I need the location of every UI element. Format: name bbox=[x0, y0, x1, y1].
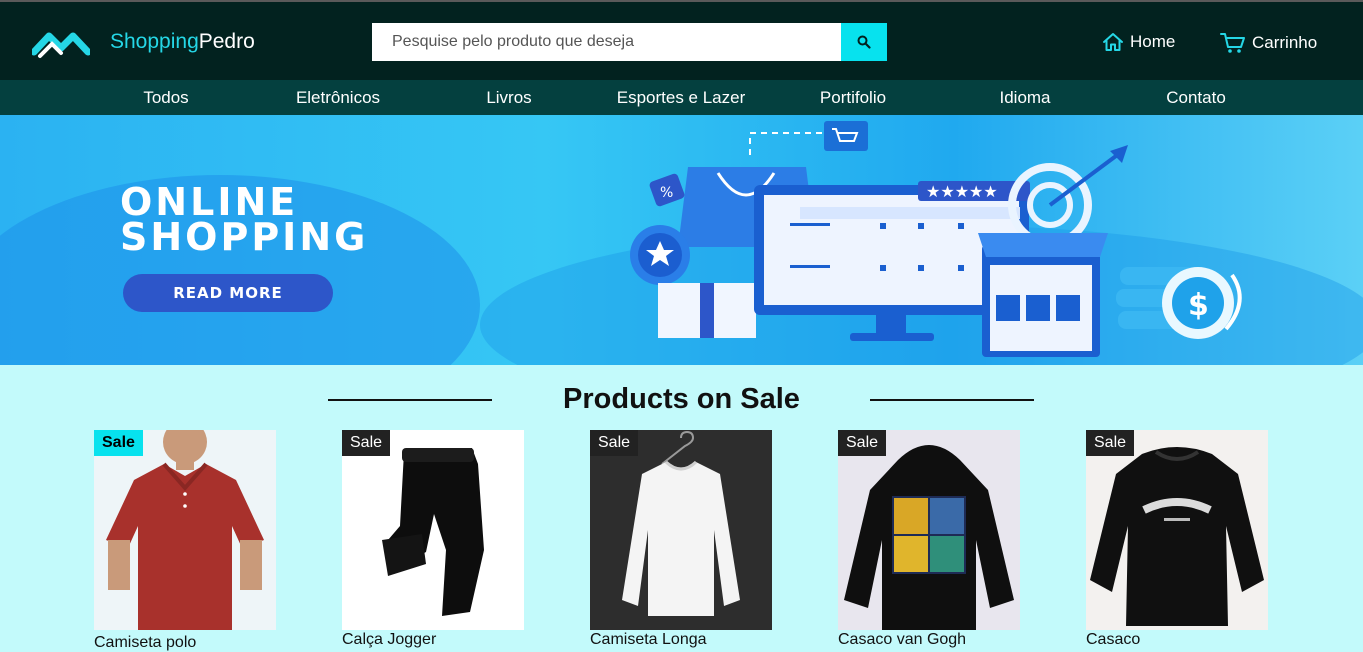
product-card[interactable]: Sale Casaco bbox=[1086, 430, 1268, 649]
section-title: Products on Sale bbox=[563, 383, 800, 415]
jogger-pants-image bbox=[382, 448, 484, 616]
cart-label: Carrinho bbox=[1252, 33, 1318, 52]
brand-part-1: Shopping bbox=[110, 30, 199, 53]
brand-name[interactable]: ShoppingPedro bbox=[110, 30, 255, 54]
product-card[interactable]: Sale Calça Jogger bbox=[342, 430, 524, 649]
svg-text:★★★★★: ★★★★★ bbox=[926, 182, 998, 201]
van-gogh-hoodie-image bbox=[844, 445, 1014, 630]
product-card[interactable]: Sale Casaco van Gogh bbox=[838, 430, 1020, 649]
product-image[interactable]: Sale bbox=[838, 430, 1020, 630]
brooklyn-sweater-image bbox=[1090, 447, 1264, 626]
sale-badge: Sale bbox=[838, 430, 887, 456]
logo[interactable] bbox=[32, 26, 90, 60]
banner-title-line-2: SHOPPING bbox=[120, 215, 369, 259]
sale-badge: Sale bbox=[1086, 430, 1135, 456]
product-card[interactable]: Sale Camiseta Longa bbox=[590, 430, 772, 649]
sale-badge: Sale bbox=[94, 430, 143, 456]
product-image[interactable]: Sale bbox=[590, 430, 772, 630]
hero-banner[interactable]: ONLINE SHOPPING READ MORE % ★★★★★ $ bbox=[0, 115, 1363, 365]
online-shopping-illustration: % ★★★★★ $ bbox=[630, 121, 1242, 357]
search-bar bbox=[372, 23, 887, 61]
product-name[interactable]: Casaco bbox=[1086, 631, 1268, 649]
title-divider-right bbox=[870, 399, 1034, 401]
product-name[interactable]: Camiseta polo bbox=[94, 634, 276, 652]
cart-icon bbox=[1220, 33, 1245, 53]
banner-title: ONLINE SHOPPING bbox=[120, 183, 369, 259]
menu-item-portifolio[interactable]: Portifolio bbox=[820, 88, 886, 108]
sale-badge: Sale bbox=[590, 430, 639, 456]
menu-item-idioma[interactable]: Idioma bbox=[999, 88, 1050, 108]
product-card[interactable]: Sale Camiseta polo bbox=[94, 430, 276, 652]
menu-item-todos[interactable]: Todos bbox=[143, 88, 188, 108]
search-input[interactable] bbox=[372, 23, 841, 61]
home-link[interactable]: Home bbox=[1102, 32, 1175, 52]
product-name[interactable]: Casaco van Gogh bbox=[838, 631, 1020, 649]
polo-shirt-image bbox=[106, 430, 264, 630]
home-label: Home bbox=[1130, 32, 1176, 51]
top-header: ShoppingPedro Home Carrinho bbox=[0, 0, 1363, 80]
cart-link[interactable]: Carrinho bbox=[1220, 32, 1317, 54]
category-menu: Todos Eletrônicos Livros Esportes e Laze… bbox=[0, 80, 1363, 115]
sale-badge: Sale bbox=[342, 430, 391, 456]
menu-item-livros[interactable]: Livros bbox=[486, 88, 531, 108]
product-name[interactable]: Camiseta Longa bbox=[590, 631, 772, 649]
menu-item-esportes[interactable]: Esportes e Lazer bbox=[617, 88, 746, 108]
product-image[interactable]: Sale bbox=[1086, 430, 1268, 630]
logo-icon bbox=[32, 32, 90, 58]
product-image[interactable]: Sale bbox=[342, 430, 524, 630]
menu-item-eletronicos[interactable]: Eletrônicos bbox=[296, 88, 380, 108]
long-sleeve-shirt-image bbox=[622, 430, 740, 616]
svg-text:$: $ bbox=[1188, 288, 1209, 323]
search-icon bbox=[857, 35, 871, 49]
product-name[interactable]: Calça Jogger bbox=[342, 631, 524, 649]
product-image[interactable]: Sale bbox=[94, 430, 276, 630]
home-icon bbox=[1103, 33, 1123, 51]
read-more-button[interactable]: READ MORE bbox=[123, 274, 333, 312]
brand-part-2: Pedro bbox=[198, 30, 255, 53]
menu-item-contato[interactable]: Contato bbox=[1166, 88, 1226, 108]
search-button[interactable] bbox=[841, 23, 887, 61]
svg-text:%: % bbox=[660, 185, 673, 201]
